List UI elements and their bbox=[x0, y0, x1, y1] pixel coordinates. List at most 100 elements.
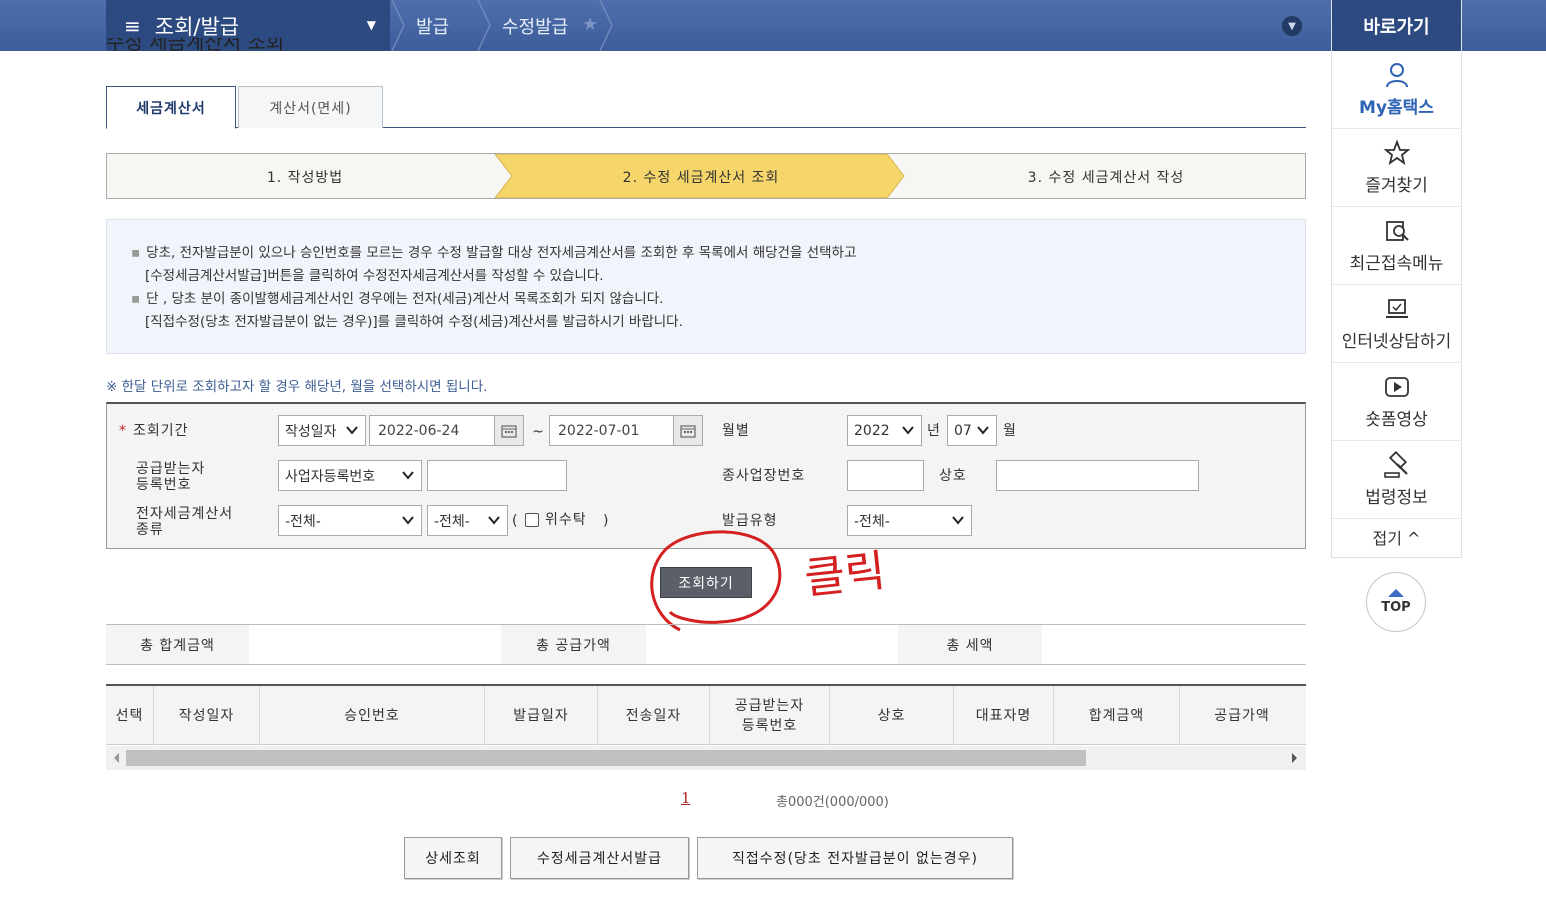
paren-close: ) bbox=[603, 513, 610, 529]
step-2-active: 2. 수정 세금계산서 조회 bbox=[622, 170, 780, 186]
bullet-icon: ▪ bbox=[131, 291, 141, 307]
col-issue-date: 발급일자 bbox=[485, 686, 598, 745]
search-button[interactable]: 조회하기 bbox=[660, 567, 752, 598]
direct-amend-button[interactable]: 직접수정(당초 전자발급분이 없는경우) bbox=[697, 837, 1013, 879]
calendar-icon[interactable] bbox=[494, 415, 524, 446]
menu-title: 조회/발급 bbox=[154, 14, 240, 39]
date-type-select[interactable]: 작성일자 bbox=[278, 415, 366, 446]
scrollbar-thumb[interactable] bbox=[126, 750, 1086, 766]
play-video-icon bbox=[1384, 377, 1409, 397]
consign-checkbox[interactable] bbox=[525, 513, 539, 527]
quick-law-info[interactable]: 법령정보 bbox=[1332, 441, 1461, 519]
issue-type-label: 발급유형 bbox=[722, 513, 778, 529]
branch-number-input[interactable] bbox=[847, 460, 924, 491]
annotation-text: 클릭 bbox=[802, 545, 888, 604]
date-from-input[interactable]: 2022-06-24 bbox=[369, 415, 495, 446]
month-unit: 월 bbox=[1003, 423, 1017, 439]
caret-down-icon: ▼ bbox=[366, 18, 376, 32]
scroll-right-icon[interactable] bbox=[1292, 753, 1297, 763]
favorite-star-icon[interactable]: ★ bbox=[582, 14, 598, 35]
scroll-left-icon[interactable] bbox=[114, 753, 119, 763]
invoice-type-tabs: 세금계산서 계산서(면세) bbox=[106, 86, 1306, 129]
arrow-up-icon bbox=[1388, 589, 1404, 597]
guide-info-box: ▪ 당초, 전자발급분이 있으나 승인번호를 모르는 경우 수정 발급할 대상 전… bbox=[106, 219, 1306, 354]
result-count: 총000건(000/000) bbox=[776, 795, 889, 810]
breadcrumb-separator-icon bbox=[598, 0, 614, 52]
progress-steps: 1. 작성방법 2. 수정 세금계산서 조회 3. 수정 세금계산서 작성 bbox=[106, 153, 1306, 199]
company-name-input[interactable] bbox=[996, 460, 1199, 491]
quick-recent-menu[interactable]: 최근접속메뉴 bbox=[1332, 207, 1461, 285]
col-select: 선택 bbox=[106, 686, 154, 745]
period-label: * 조회기간 bbox=[119, 423, 189, 439]
recipient-number-input[interactable] bbox=[427, 460, 567, 491]
step-3: 3. 수정 세금계산서 작성 bbox=[1027, 170, 1185, 186]
chevron-down-icon bbox=[402, 516, 414, 525]
laptop-icon bbox=[1385, 299, 1408, 318]
chevron-down-icon bbox=[952, 516, 964, 525]
totals-bar: 총 합계금액 총 공급가액 총 세액 bbox=[106, 624, 1306, 665]
branch-number-label: 종사업장번호 bbox=[722, 468, 806, 484]
invoice-subkind-select[interactable]: -전체- bbox=[427, 505, 508, 536]
hamburger-icon: ≡ bbox=[124, 13, 141, 38]
amend-invoice-issue-button[interactable]: 수정세금계산서발급 bbox=[510, 837, 689, 879]
recent-search-icon bbox=[1385, 221, 1409, 241]
detail-view-button[interactable]: 상세조회 bbox=[404, 837, 502, 879]
chevron-down-icon bbox=[346, 426, 358, 435]
col-representative: 대표자명 bbox=[954, 686, 1054, 745]
bullet-icon: ▪ bbox=[131, 245, 141, 261]
quick-favorites[interactable]: 즐겨찾기 bbox=[1332, 129, 1461, 207]
breadcrumb-separator-icon bbox=[390, 0, 406, 52]
tab-invoice-exempt[interactable]: 계산서(면세) bbox=[238, 86, 383, 128]
invoice-table-header: 선택 작성일자 승인번호 발급일자 전송일자 공급받는자 등록번호 상호 대표자… bbox=[106, 684, 1306, 745]
monthly-search-note: ※ 한달 단위로 조회하고자 할 경우 해당년, 월을 선택하시면 됩니다. bbox=[106, 379, 488, 395]
year-select[interactable]: 2022 bbox=[847, 415, 922, 446]
quick-short-video[interactable]: 숏폼영상 bbox=[1332, 363, 1461, 441]
horizontal-scrollbar[interactable] bbox=[106, 746, 1306, 770]
date-range-tilde: ~ bbox=[532, 424, 544, 440]
total-supply-label: 총 공급가액 bbox=[501, 625, 646, 664]
total-sum-label: 총 합계금액 bbox=[106, 625, 249, 664]
date-to-input[interactable]: 2022-07-01 bbox=[549, 415, 675, 446]
quick-fold-button[interactable]: 접기 ^ bbox=[1332, 519, 1461, 555]
calendar-icon[interactable] bbox=[673, 415, 703, 446]
breadcrumb-amend-issue[interactable]: 수정발급 bbox=[502, 0, 568, 51]
star-outline-icon bbox=[1383, 139, 1410, 166]
user-icon bbox=[1385, 63, 1408, 88]
col-write-date: 작성일자 bbox=[154, 686, 260, 745]
quick-panel: 바로가기 My홈택스 즐겨찾기 최근접속메뉴 인터넷상담하기 숏폼영상 법령정보… bbox=[1331, 0, 1462, 558]
tab-tax-invoice[interactable]: 세금계산서 bbox=[106, 86, 236, 129]
chevron-down-icon bbox=[488, 516, 500, 525]
step-1: 1. 작성방법 bbox=[266, 170, 344, 186]
month-select[interactable]: 07 bbox=[947, 415, 997, 446]
col-send-date: 전송일자 bbox=[598, 686, 710, 745]
page-number-link[interactable]: 1 bbox=[681, 789, 691, 807]
col-approval-number: 승인번호 bbox=[260, 686, 485, 745]
recipient-type-select[interactable]: 사업자등록번호 bbox=[278, 460, 422, 491]
chevron-down-icon bbox=[902, 426, 914, 435]
scroll-top-button[interactable]: TOP bbox=[1366, 572, 1426, 632]
quick-my-hometax[interactable]: My홈택스 bbox=[1332, 51, 1461, 129]
paren-open: ( bbox=[512, 513, 519, 529]
gavel-icon bbox=[1383, 451, 1408, 478]
recipient-label: 공급받는자 등록번호 bbox=[136, 461, 206, 493]
consign-label: 위수탁 bbox=[545, 512, 587, 528]
invoice-kind-label: 전자세금계산서 종류 bbox=[136, 506, 234, 538]
breadcrumb-issue[interactable]: 발급 bbox=[416, 0, 449, 51]
total-tax-label: 총 세액 bbox=[898, 625, 1042, 664]
quick-online-consult[interactable]: 인터넷상담하기 bbox=[1332, 285, 1461, 363]
monthly-label: 월별 bbox=[722, 423, 750, 439]
col-company: 상호 bbox=[830, 686, 954, 745]
expand-down-icon[interactable]: ▼ bbox=[1282, 16, 1302, 36]
invoice-kind-select[interactable]: -전체- bbox=[278, 505, 422, 536]
quick-panel-title: 바로가기 bbox=[1332, 0, 1461, 51]
breadcrumb-separator-icon bbox=[476, 0, 492, 52]
col-total-amount: 합계금액 bbox=[1054, 686, 1180, 745]
col-supply-amount: 공급가액 bbox=[1214, 707, 1270, 724]
chevron-down-icon bbox=[402, 471, 414, 480]
col-recipient-number: 공급받는자 등록번호 bbox=[710, 686, 830, 745]
issue-type-select[interactable]: -전체- bbox=[847, 505, 972, 536]
chevron-down-icon bbox=[977, 426, 989, 435]
company-name-label: 상호 bbox=[939, 468, 967, 484]
year-unit: 년 bbox=[927, 423, 941, 439]
page-title: 수정 세금계산서 조회 bbox=[106, 38, 285, 54]
